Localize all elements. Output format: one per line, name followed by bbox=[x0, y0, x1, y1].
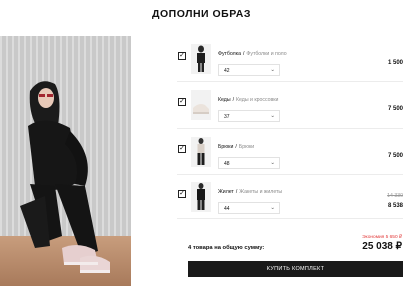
product-price: 8 538 bbox=[387, 203, 403, 209]
size-select[interactable]: 42 ⌄ bbox=[218, 64, 280, 76]
size-value: 48 bbox=[224, 161, 230, 167]
chevron-down-icon: ⌄ bbox=[270, 160, 275, 166]
chevron-down-icon: ⌄ bbox=[270, 67, 275, 73]
savings-text: Экономия 5 650 ₽ bbox=[362, 235, 402, 240]
size-value: 42 bbox=[224, 68, 230, 74]
product-row: ✓ Жилет / Жакеты и жилеты 44 ⌄ 14 330 8 53… bbox=[177, 182, 403, 226]
product-category: Жакеты и жилеты bbox=[239, 189, 283, 195]
product-thumbnail[interactable] bbox=[191, 44, 211, 74]
product-name[interactable]: Кеды / Кеды и кроссовки bbox=[218, 97, 278, 103]
product-thumbnail[interactable] bbox=[191, 90, 211, 120]
model-illustration bbox=[20, 81, 110, 273]
chevron-down-icon: ⌄ bbox=[270, 113, 275, 119]
product-price: 7 500 bbox=[387, 153, 403, 159]
divider bbox=[177, 218, 403, 219]
product-thumbnail[interactable] bbox=[191, 137, 211, 167]
size-select[interactable]: 44 ⌄ bbox=[218, 202, 280, 214]
product-category: Кеды и кроссовки bbox=[236, 97, 279, 103]
product-name[interactable]: Жилет / Жакеты и жилеты bbox=[218, 189, 282, 195]
product-checkbox[interactable]: ✓ bbox=[178, 98, 186, 106]
buy-set-button[interactable]: КУПИТЬ КОМПЛЕКТ bbox=[188, 261, 403, 277]
size-select[interactable]: 37 ⌄ bbox=[218, 110, 280, 122]
chevron-down-icon: ⌄ bbox=[270, 205, 275, 211]
divider bbox=[177, 81, 403, 82]
product-thumbnail[interactable] bbox=[191, 182, 211, 212]
lookbook-photo bbox=[0, 36, 131, 286]
product-checkbox[interactable]: ✓ bbox=[178, 190, 186, 198]
product-checkbox[interactable]: ✓ bbox=[178, 52, 186, 60]
product-title: Брюки bbox=[218, 144, 234, 150]
product-name[interactable]: Футболка / Футболки и поло bbox=[218, 51, 287, 57]
product-title: Футболка bbox=[218, 51, 241, 57]
product-checkbox[interactable]: ✓ bbox=[178, 145, 186, 153]
product-title: Жилет bbox=[218, 189, 234, 195]
total-label: 4 товара на общую сумму: bbox=[188, 245, 265, 251]
total-sum: 25 038 ₽ bbox=[362, 241, 402, 252]
size-value: 44 bbox=[224, 206, 230, 212]
product-price: 7 500 bbox=[387, 106, 403, 112]
size-value: 37 bbox=[224, 114, 230, 120]
product-category: Футболки и поло bbox=[246, 51, 287, 57]
product-title: Кеды bbox=[218, 97, 231, 103]
product-name[interactable]: Брюки / Брюки bbox=[218, 144, 254, 150]
divider bbox=[177, 174, 403, 175]
product-category: Брюки bbox=[238, 144, 255, 150]
size-select[interactable]: 48 ⌄ bbox=[218, 157, 280, 169]
page-title: ДОПОЛНИ ОБРАЗ bbox=[152, 8, 251, 20]
product-price: 1 500 bbox=[387, 60, 403, 66]
product-old-price: 14 330 bbox=[387, 193, 403, 199]
divider bbox=[177, 128, 403, 129]
